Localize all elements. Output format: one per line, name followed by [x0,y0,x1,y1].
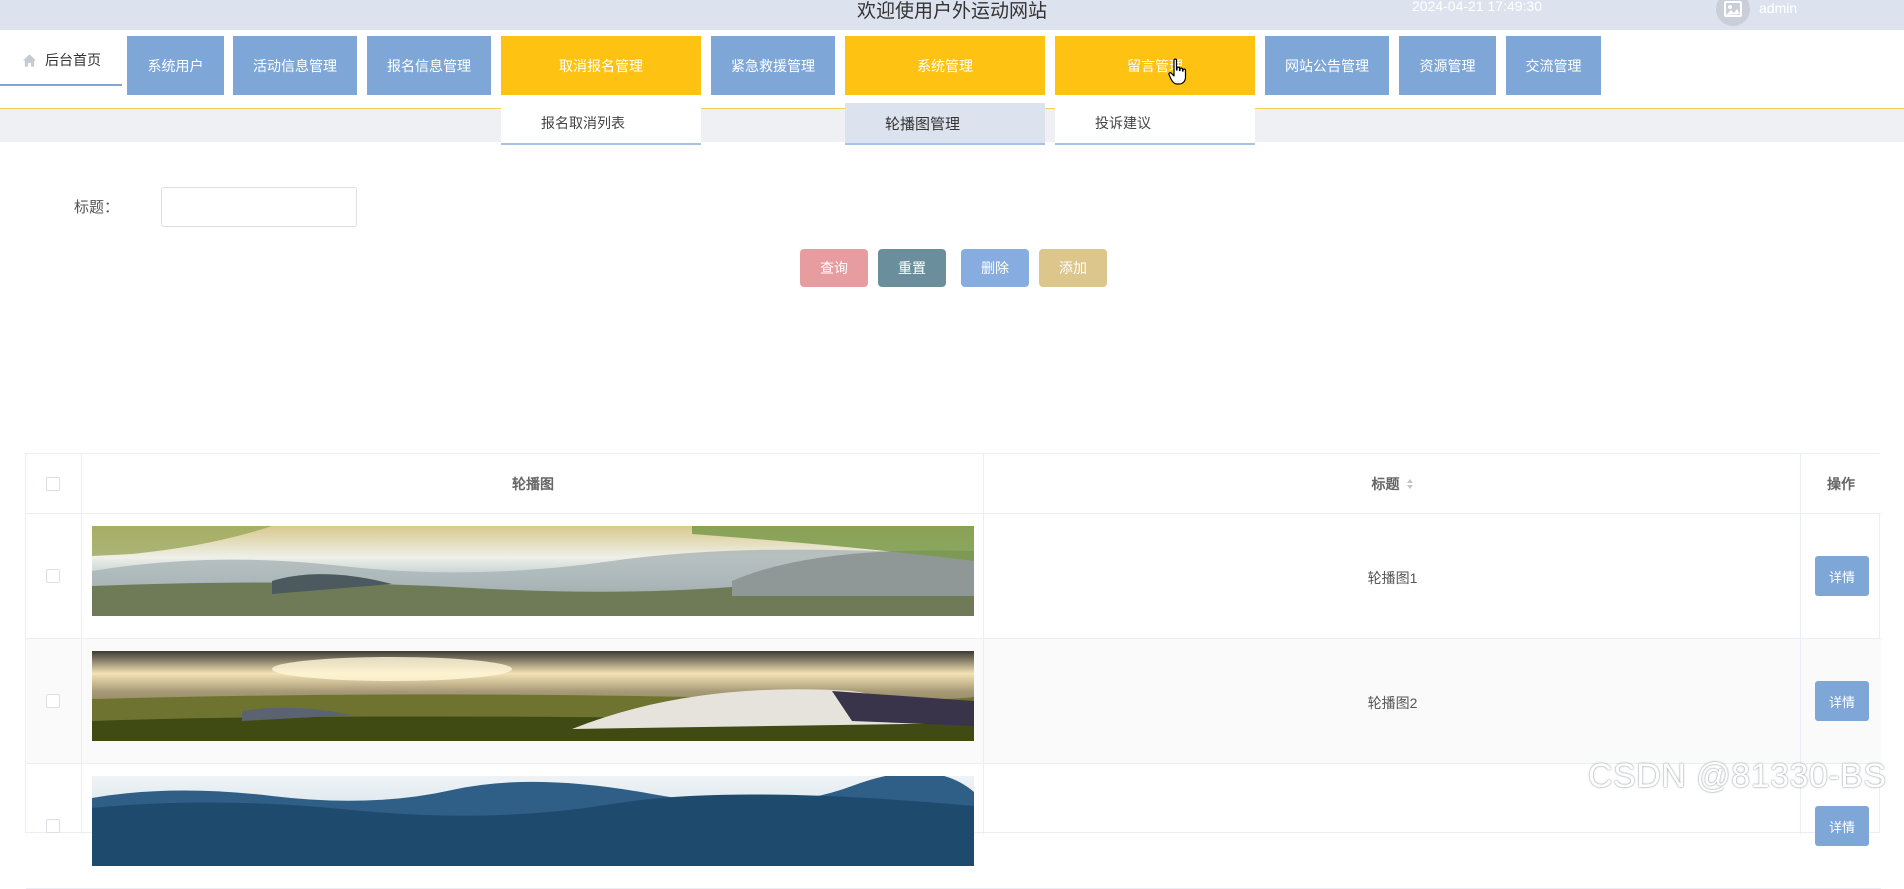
detail-button[interactable]: 详情 [1815,556,1869,596]
home-tab-label: 后台首页 [45,52,101,68]
row-checkbox[interactable] [46,694,60,708]
table-header: 轮播图 标题 操作 [26,454,1881,514]
nav-label: 系统用户 [147,57,204,74]
nav-item-system-management[interactable]: 系统管理 [845,36,1045,95]
submenu-label: 投诉建议 [1095,115,1151,131]
reset-button[interactable]: 重置 [878,249,946,287]
delete-button[interactable]: 删除 [961,249,1029,287]
nav-label: 紧急救援管理 [731,57,815,74]
column-header-title-label: 标题 [1371,476,1400,492]
username-label[interactable]: admin [1759,0,1797,16]
nav-item-announcement[interactable]: 网站公告管理 [1265,36,1389,95]
hand-cursor-icon [1168,58,1187,85]
select-all-checkbox[interactable] [46,477,60,491]
table-row: 轮播图2 详情 [26,639,1881,764]
row-title: 轮播图1 [1367,570,1418,586]
detail-button[interactable]: 详情 [1815,806,1869,846]
column-header-actions: 操作 [1827,476,1855,492]
row-title: 轮播图2 [1367,695,1418,711]
submenu-label: 报名取消列表 [541,115,625,131]
title-search-input[interactable] [161,187,357,227]
image-placeholder-icon [1724,1,1742,17]
submenu-complaints[interactable]: 投诉建议 [1055,103,1255,145]
row-checkbox[interactable] [46,569,60,583]
column-header-carousel: 轮播图 [512,476,554,492]
nav-item-resources[interactable]: 资源管理 [1399,36,1496,95]
nav-label: 资源管理 [1419,57,1476,74]
table-row: 轮播图1 详情 [26,514,1881,639]
column-divider [983,454,984,834]
home-icon [22,53,37,67]
nav-label: 取消报名管理 [559,57,643,74]
nav-label: 网站公告管理 [1285,57,1369,74]
home-tab[interactable]: 后台首页 [0,36,122,86]
query-button[interactable]: 查询 [800,249,868,287]
add-button[interactable]: 添加 [1039,249,1107,287]
landscape-mountains-image [92,526,974,616]
nav-item-emergency-rescue[interactable]: 紧急救援管理 [711,36,835,95]
nav-label: 报名信息管理 [387,57,471,74]
nav-label: 交流管理 [1525,57,1582,74]
detail-button[interactable]: 详情 [1815,681,1869,721]
row-checkbox[interactable] [46,819,60,833]
column-divider [81,454,82,834]
nav-item-cancel-registration[interactable]: 取消报名管理 [501,36,701,95]
current-datetime: 2024-04-21 17:49:30 [1412,0,1542,14]
column-header-title[interactable]: 标题 [984,454,1801,514]
nav-item-registration-info[interactable]: 报名信息管理 [367,36,491,95]
nav-item-communication[interactable]: 交流管理 [1506,36,1601,95]
submenu-carousel-management[interactable]: 轮播图管理 [845,103,1045,145]
sort-icon[interactable] [1406,478,1414,490]
nav-item-message-management[interactable]: 留言管理 [1055,36,1255,95]
nav-label: 系统管理 [917,57,973,74]
site-title: 欢迎使用户外运动网站 [856,1,1047,22]
tent-meadow-image [92,651,974,741]
blue-mountains-image [92,776,974,866]
submenu-cancel-list[interactable]: 报名取消列表 [501,103,701,145]
nav-item-system-users[interactable]: 系统用户 [127,36,224,95]
top-header-bar: 欢迎使用户外运动网站 2024-04-21 17:49:30 admin [0,0,1904,30]
nav-item-activity-info[interactable]: 活动信息管理 [233,36,357,95]
title-search-label: 标题： [74,199,120,216]
nav-label: 活动信息管理 [253,57,337,74]
submenu-label: 轮播图管理 [885,115,961,133]
watermark: CSDN @81330-BS [1588,757,1887,795]
